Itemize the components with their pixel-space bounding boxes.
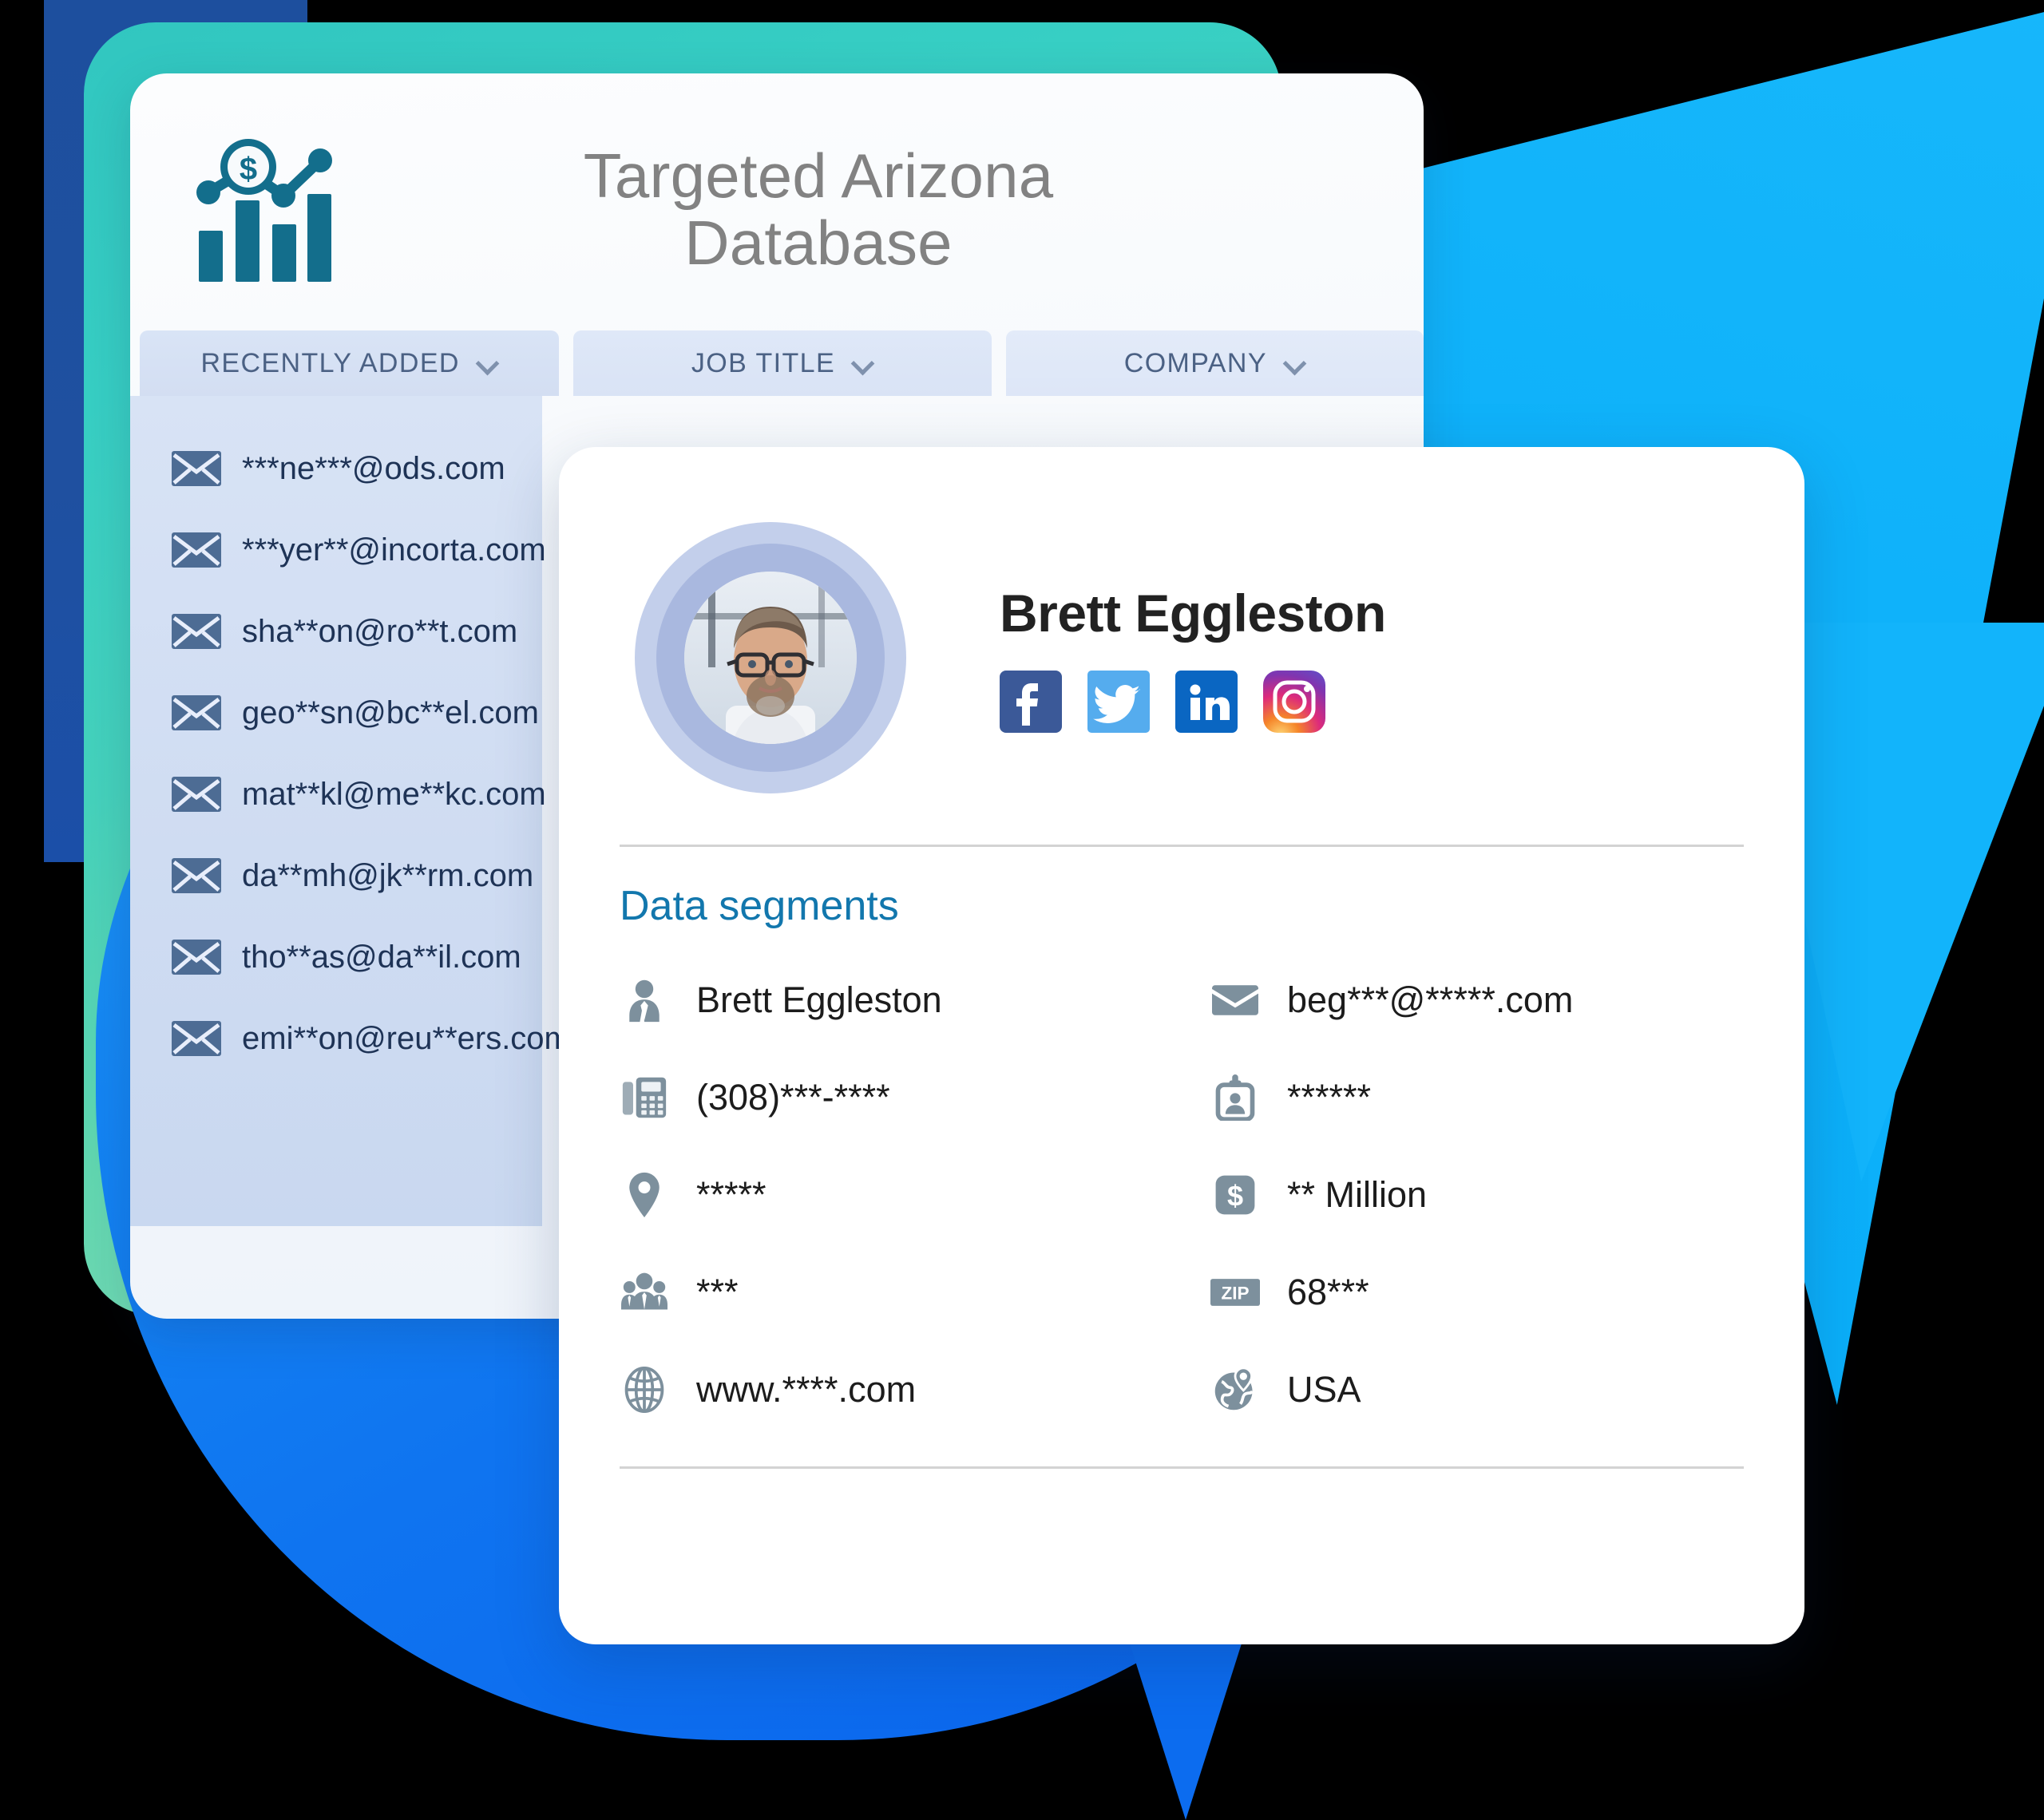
list-item[interactable]: geo**sn@bc**el.com	[151, 672, 542, 754]
segment-revenue: $ ** Million	[1210, 1153, 1804, 1236]
list-item[interactable]: da**mh@jk**rm.com	[151, 835, 542, 916]
segment-value: Brett Eggleston	[696, 979, 942, 1020]
chevron-down-icon[interactable]	[477, 353, 498, 374]
database-card-header: $ Targeted Arizona Database	[130, 73, 1424, 313]
segment-job-title: ******	[1210, 1056, 1804, 1139]
fax-phone-icon	[620, 1073, 669, 1122]
segment-value: *****	[696, 1174, 766, 1215]
people-group-icon	[620, 1268, 669, 1317]
envelope-icon	[172, 532, 221, 568]
email-address: ***yer**@incorta.com	[242, 532, 546, 568]
envelope-icon	[172, 858, 221, 893]
segment-value: www.****.com	[696, 1369, 917, 1410]
envelope-icon	[172, 614, 221, 649]
email-address: geo**sn@bc**el.com	[242, 694, 539, 730]
avatar-photo	[684, 572, 857, 744]
chevron-down-icon[interactable]	[853, 353, 873, 374]
person-tie-icon	[620, 975, 669, 1025]
database-title-line-1: Targeted Arizona	[583, 140, 1054, 211]
segment-value: (308)***-****	[696, 1077, 890, 1118]
email-address: sha**on@ro**t.com	[242, 613, 518, 649]
globe-grid-icon	[620, 1365, 669, 1414]
envelope-icon	[172, 940, 221, 975]
svg-text:ZIP: ZIP	[1221, 1283, 1249, 1303]
chevron-down-icon[interactable]	[1285, 353, 1305, 374]
avatar-ring-outer	[635, 522, 906, 793]
segment-value: ******	[1287, 1077, 1372, 1118]
dollar-square-icon: $	[1210, 1170, 1260, 1220]
segment-employees: ***	[620, 1251, 1210, 1334]
tab-recently-added[interactable]: RECENTLY ADDED	[140, 330, 560, 396]
tab-recently-added-label: RECENTLY ADDED	[200, 347, 460, 378]
list-item[interactable]: ***ne***@ods.com	[151, 428, 542, 509]
instagram-icon[interactable]	[1263, 671, 1325, 733]
email-address: da**mh@jk**rm.com	[242, 857, 534, 893]
envelope-icon	[172, 1021, 221, 1056]
list-item[interactable]: sha**on@ro**t.com	[151, 591, 542, 672]
list-item[interactable]: ***yer**@incorta.com	[151, 509, 546, 591]
avatar	[559, 486, 982, 829]
list-item[interactable]: mat**kl@me**kc.com	[151, 754, 546, 835]
segment-location: *****	[620, 1153, 1210, 1236]
data-segments-heading: Data segments	[620, 883, 899, 929]
envelope-icon	[172, 777, 221, 812]
map-pin-icon	[620, 1170, 669, 1220]
facebook-icon[interactable]	[1000, 671, 1062, 733]
bar-chart-dollar-icon: $	[186, 138, 346, 286]
segment-name: Brett Eggleston	[620, 959, 1210, 1042]
list-item[interactable]: tho**as@da**il.com	[151, 916, 542, 998]
svg-text:$: $	[1227, 1180, 1243, 1213]
tab-job-title[interactable]: JOB TITLE	[573, 330, 992, 396]
segment-value: 68***	[1287, 1272, 1369, 1312]
tab-job-title-label: JOB TITLE	[691, 347, 836, 378]
id-badge-icon	[1210, 1073, 1260, 1122]
recently-added-email-list: ***ne***@ods.com ***yer**@incorta.com sh…	[130, 396, 571, 1226]
profile-header: Brett Eggleston	[559, 447, 1804, 822]
database-title-line-2: Database	[684, 208, 953, 278]
email-address: ***ne***@ods.com	[242, 450, 505, 486]
avatar-ring-inner	[656, 544, 885, 772]
tab-company-label: COMPANY	[1123, 347, 1267, 378]
database-card-title: Targeted Arizona Database	[346, 140, 1387, 278]
profile-card: Brett Eggleston Data segments Brett Eggl…	[559, 447, 1804, 1644]
segment-zip: ZIP 68***	[1210, 1251, 1804, 1334]
envelope-icon	[1210, 975, 1260, 1025]
segment-email: beg***@*****.com	[1210, 959, 1804, 1042]
tab-company[interactable]: COMPANY	[1005, 330, 1424, 396]
profile-identity: Brett Eggleston	[982, 583, 1804, 733]
zip-icon: ZIP	[1210, 1268, 1260, 1317]
data-segments-grid: Brett Eggleston beg***@*****.com (308)**…	[559, 930, 1804, 1431]
divider-bottom	[620, 1466, 1744, 1469]
profile-name: Brett Eggleston	[1000, 584, 1386, 643]
segment-value: USA	[1287, 1369, 1361, 1410]
envelope-icon	[172, 695, 221, 730]
segment-phone: (308)***-****	[620, 1056, 1210, 1139]
segment-value: ** Million	[1287, 1174, 1428, 1215]
email-address: mat**kl@me**kc.com	[242, 776, 546, 812]
social-links	[1000, 671, 1804, 733]
filter-tabs: RECENTLY ADDED JOB TITLE COMPANY	[130, 330, 1424, 396]
email-address: emi**on@reu**ers.com	[242, 1020, 571, 1056]
twitter-icon[interactable]	[1087, 671, 1150, 733]
envelope-icon	[172, 451, 221, 486]
segment-country: USA	[1210, 1348, 1804, 1431]
svg-text:$: $	[240, 152, 257, 187]
list-item[interactable]: emi**on@reu**ers.com	[151, 998, 571, 1079]
segment-website: www.****.com	[620, 1348, 1210, 1431]
email-address: tho**as@da**il.com	[242, 939, 521, 975]
segment-value: ***	[696, 1272, 739, 1312]
segment-value: beg***@*****.com	[1287, 979, 1574, 1020]
globe-pin-icon	[1210, 1365, 1260, 1414]
linkedin-icon[interactable]	[1175, 671, 1238, 733]
